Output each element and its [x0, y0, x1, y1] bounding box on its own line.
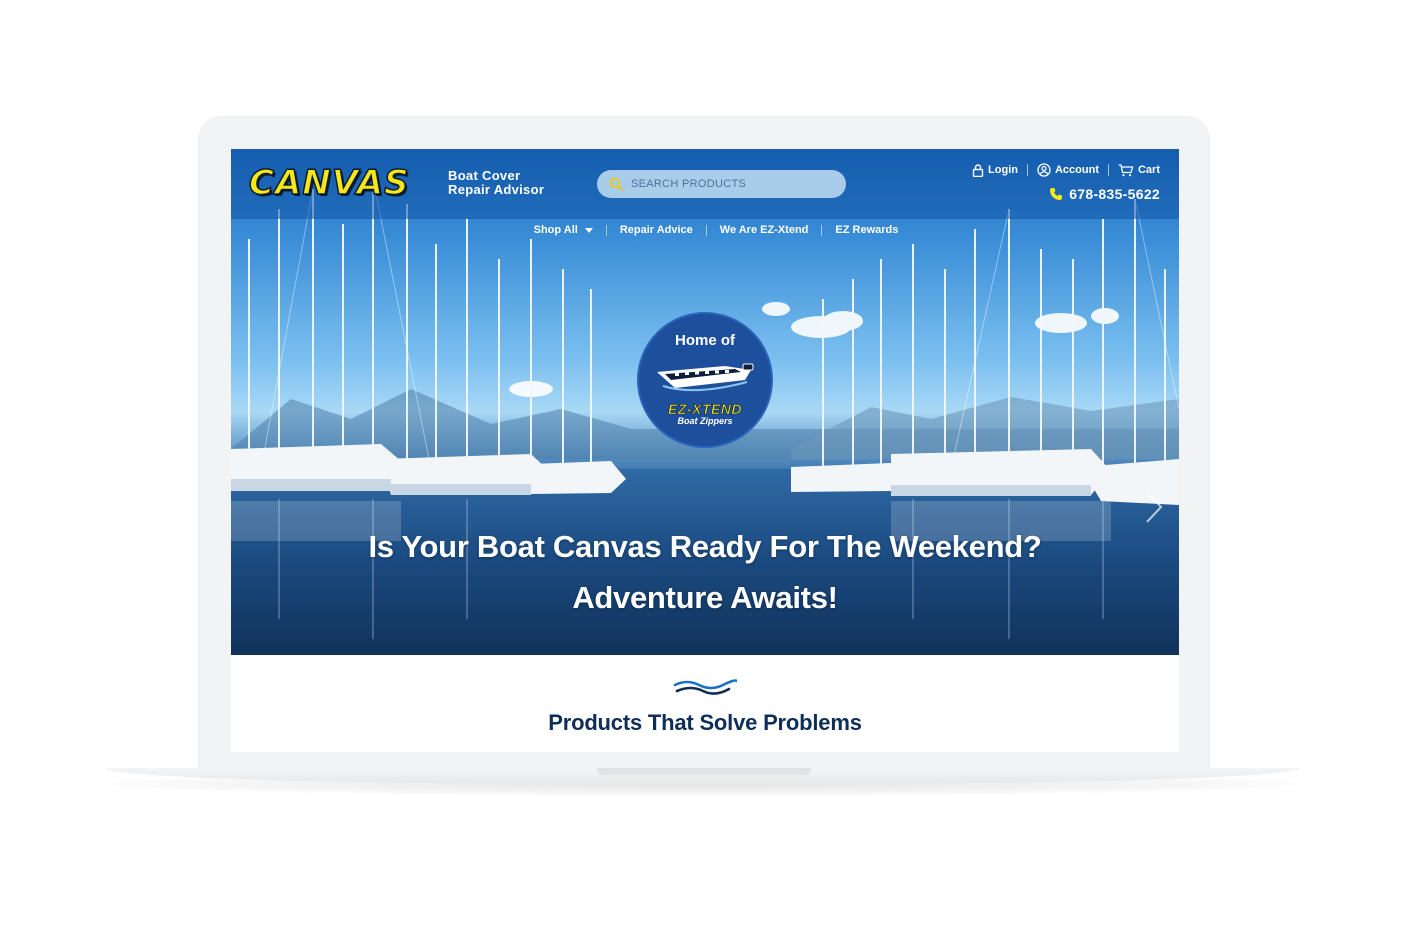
device-mockup: CANVAS Boat Cover Repair Advisor SEARCH …	[0, 0, 1405, 928]
nav-item-ez-rewards[interactable]: EZ Rewards	[835, 224, 898, 236]
cart-icon	[1118, 163, 1134, 176]
utility-divider	[1026, 164, 1028, 176]
nav-item-repair-advice[interactable]: Repair Advice	[620, 224, 693, 236]
nav-item-shop-all[interactable]: Shop All	[534, 224, 593, 236]
cart-link[interactable]: Cart	[1118, 163, 1160, 177]
section-title: Products That Solve Problems	[548, 710, 862, 735]
utility-divider	[1107, 164, 1109, 176]
search-icon[interactable]	[609, 177, 623, 191]
nav-item-label: Repair Advice	[619, 224, 693, 236]
site-logo[interactable]: CANVAS	[248, 162, 410, 204]
hero-headline: Is Your Boat Canvas Ready For The Weeken…	[231, 521, 1179, 623]
main-nav: Shop All Repair Advice We Are EZ-Xtend E…	[231, 224, 1179, 236]
utility-links: Login Account Cart	[972, 163, 1160, 177]
account-label: Account	[1054, 164, 1099, 176]
badge-brand: EZ-XTEND	[668, 401, 742, 418]
caret-down-icon	[584, 227, 593, 233]
nav-item-label: Shop All	[533, 224, 578, 236]
search-input[interactable]	[631, 178, 831, 190]
account-link[interactable]: Account	[1037, 163, 1099, 177]
lock-icon	[972, 163, 984, 177]
website-screen: CANVAS Boat Cover Repair Advisor SEARCH …	[231, 149, 1179, 752]
search-bar[interactable]	[597, 170, 846, 198]
zipper-boat-icon	[657, 363, 754, 392]
nav-item-we-are-ez-xtend[interactable]: We Are EZ-Xtend	[720, 224, 809, 236]
badge-heading: Home of	[675, 332, 735, 349]
phone-link[interactable]: 678-835-5622	[1049, 186, 1160, 202]
wave-icon	[673, 679, 737, 695]
phone-number: 678-835-5622	[1069, 186, 1160, 202]
laptop-notch	[597, 768, 811, 775]
nav-divider	[605, 224, 607, 236]
ez-xtend-badge[interactable]: Home of EZ-XTEND Boat Zippers	[637, 312, 773, 448]
hero-headline-line-2: Adventure Awaits!	[572, 580, 838, 615]
chevron-right-icon[interactable]	[1143, 489, 1165, 525]
header-bar: CANVAS Boat Cover Repair Advisor SEARCH …	[231, 149, 1179, 219]
logo-tagline-line-1: Boat Cover	[448, 168, 521, 183]
nav-divider	[705, 224, 707, 236]
nav-item-label: We Are EZ-Xtend	[719, 224, 809, 236]
badge-subtitle: Boat Zippers	[677, 416, 733, 426]
hero-banner: CANVAS Boat Cover Repair Advisor SEARCH …	[231, 149, 1179, 655]
phone-icon	[1050, 188, 1063, 200]
logo-tagline-line-2: Repair Advisor	[448, 182, 545, 197]
logo-tagline: Boat Cover Repair Advisor	[448, 169, 544, 197]
nav-item-label: EZ Rewards	[835, 224, 899, 236]
login-label: Login	[988, 164, 1018, 176]
nav-divider	[821, 224, 823, 236]
login-link[interactable]: Login	[972, 163, 1018, 177]
user-icon	[1037, 163, 1051, 177]
cart-label: Cart	[1137, 164, 1160, 176]
hero-headline-line-1: Is Your Boat Canvas Ready For The Weeken…	[368, 529, 1042, 564]
